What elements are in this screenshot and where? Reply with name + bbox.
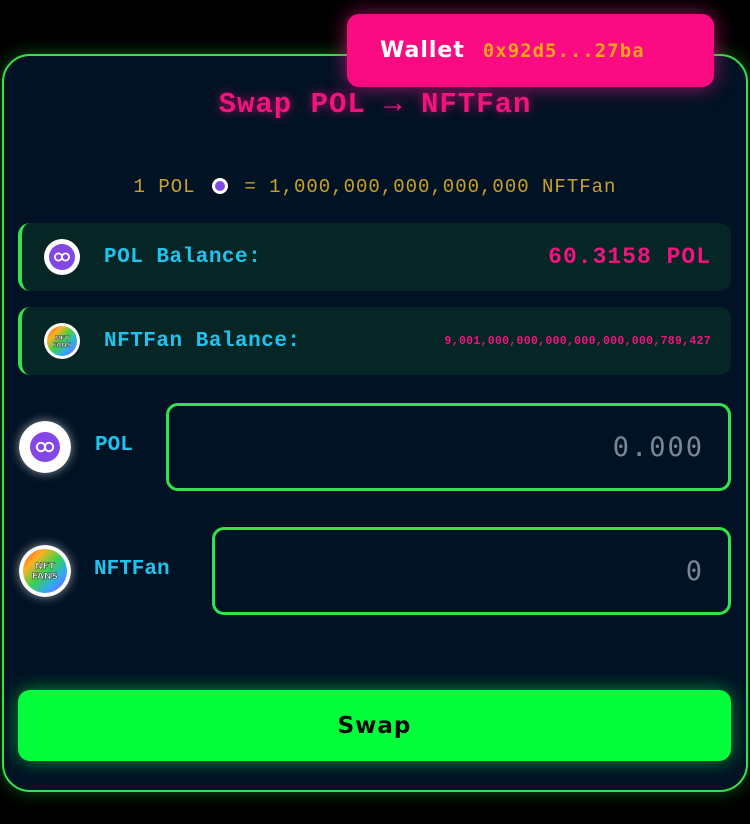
svg-text:NFT: NFT: [35, 562, 56, 572]
wallet-button[interactable]: Wallet 0x92d5...27ba: [347, 14, 714, 87]
rate-left: 1 POL: [133, 176, 196, 198]
polygon-icon: [44, 239, 80, 275]
svg-text:FANS: FANS: [53, 341, 72, 349]
nftfan-balance-label: NFTFan Balance:: [104, 329, 301, 353]
nftfan-token-label: NFTFan: [94, 558, 170, 581]
wallet-address: 0x92d5...27ba: [482, 39, 645, 62]
pol-balance-row: POL Balance: 60.3158 POL: [18, 223, 731, 291]
rate-right: = 1,000,000,000,000,000 NFTFan: [244, 176, 617, 198]
nftfans-icon: NFT FANS: [19, 545, 71, 597]
nftfan-amount-field[interactable]: [212, 527, 731, 615]
polygon-icon: [211, 178, 228, 194]
nftfans-icon: NFT FANS: [44, 323, 80, 359]
nftfan-balance-value: 9,001,000,000,000,000,000,000,789,427: [444, 334, 711, 348]
exchange-rate: 1 POL = 1,000,000,000,000,000 NFTFan: [0, 176, 750, 198]
svg-text:FANS: FANS: [32, 572, 58, 582]
swap-button[interactable]: Swap: [18, 690, 731, 761]
polygon-icon: [19, 421, 71, 473]
pol-amount-field[interactable]: [166, 403, 731, 491]
pol-balance-value: 60.3158 POL: [548, 244, 711, 270]
nftfan-amount-input[interactable]: [215, 554, 706, 588]
wallet-label: Wallet: [380, 38, 465, 63]
nftfan-balance-row: NFT FANS NFTFan Balance: 9,001,000,000,0…: [18, 307, 731, 375]
pol-token-label: POL: [95, 434, 133, 457]
pol-balance-label: POL Balance:: [104, 245, 262, 269]
pol-amount-input[interactable]: [169, 430, 706, 464]
page-title: Swap POL → NFTFan: [218, 88, 532, 121]
